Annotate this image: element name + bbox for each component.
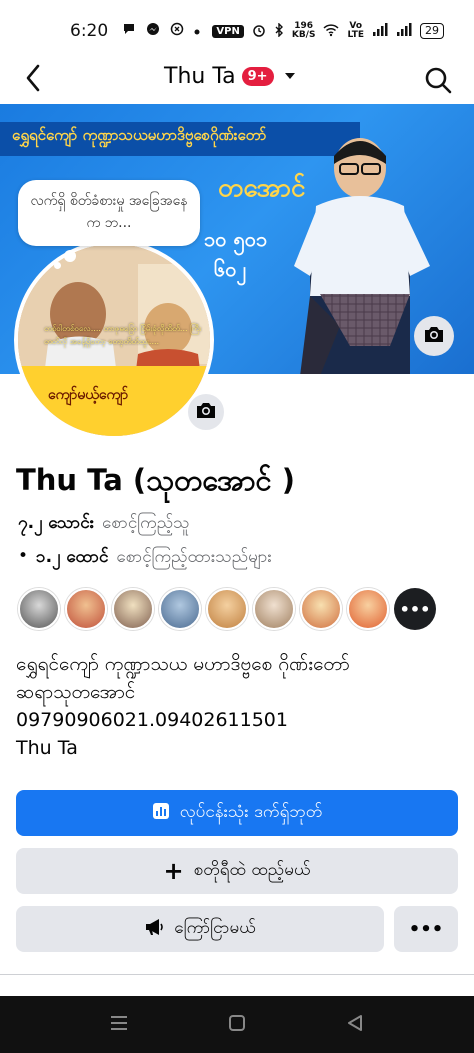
- bio-phone-numbers: 09790906021.09402611501: [16, 709, 288, 731]
- edit-cover-camera-button[interactable]: [414, 316, 454, 356]
- caret-down-icon: [284, 69, 296, 84]
- home-button[interactable]: [217, 1005, 257, 1045]
- net-speed: 196 KB/S: [292, 22, 316, 40]
- more-dots-icon: •••: [408, 918, 444, 940]
- status-left-icons: [122, 22, 200, 40]
- camera-icon: [195, 400, 217, 424]
- note-bubble-tail-small: [54, 262, 61, 269]
- notification-badge: 9+: [241, 67, 274, 86]
- signal-icon-2: [396, 22, 412, 40]
- status-bar: 6:20 VPN 196 KB/S Vo LTE 29: [0, 0, 474, 62]
- data-saver-icon: [170, 22, 184, 40]
- signal-icon: [372, 22, 388, 40]
- profile-avatar[interactable]: တစ်ဝါတစ်ဝလေ.... တာဇုဓခြော ငြိမ်းခုံလိုထိ…: [14, 240, 214, 440]
- volte-indicator: Vo LTE: [347, 22, 364, 40]
- followers-count: ၇.၂ သောင်း: [18, 513, 95, 533]
- wifi-icon: [323, 23, 339, 40]
- home-square-icon: [228, 1014, 246, 1036]
- profile-bio: ရွှေရင်ကျော် ကုဏ္ဍာသယ မဟာဒိဗ္ဗစေ ဂိုဏ်းတ…: [16, 650, 456, 762]
- professional-dashboard-button[interactable]: လုပ်ငန်းသုံး ဒက်ရှ်ဘုတ်: [16, 790, 458, 836]
- friend-avatar[interactable]: [65, 588, 107, 630]
- bar-chart-icon: [152, 802, 170, 825]
- note-bubble[interactable]: လက်ရှိ စိတ်ခံစားမှု အခြေအနေက ဘ...: [18, 180, 200, 246]
- bio-line: Thu Ta: [16, 737, 78, 759]
- edit-avatar-camera-button[interactable]: [186, 392, 226, 432]
- menu-lines-icon: [110, 1015, 128, 1035]
- status-right-icons: VPN 196 KB/S Vo LTE 29: [212, 22, 444, 40]
- promote-label: ကြော်ငြာမယ်: [174, 917, 256, 938]
- profile-switcher[interactable]: Thu Ta 9+: [164, 64, 296, 89]
- add-to-story-label: စတိုရီထဲ ထည့်မယ်: [193, 859, 311, 880]
- camera-icon: [423, 324, 445, 348]
- bluetooth-icon: [274, 21, 284, 40]
- cover-banner-text: ရွှေရင်ကျော် ကုဏ္ဍာသယမဟာဒိဗ္ဗစေဂိုဏ်းတော…: [12, 126, 267, 144]
- net-speed-unit: KB/S: [291, 30, 316, 40]
- following-stat[interactable]: • ၁.၂ ထောင် စောင့်ကြည့်ထားသည်များ: [18, 546, 272, 571]
- friend-avatar[interactable]: [206, 588, 248, 630]
- bio-line: ဆရာသုတအောင်: [16, 681, 136, 703]
- megaphone-icon: [144, 918, 164, 941]
- cover-number-1: ၁၀ ၅၀၁: [204, 227, 268, 251]
- cover-number-2: ၆၀၂: [214, 257, 247, 281]
- friend-avatar[interactable]: [159, 588, 201, 630]
- chat-bubble-icon: [122, 22, 136, 40]
- profile-header: Thu Ta 9+: [0, 58, 474, 102]
- promote-button[interactable]: ကြော်ငြာမယ်: [16, 906, 384, 952]
- search-button[interactable]: [422, 64, 454, 96]
- plus-icon: +: [163, 857, 184, 885]
- more-friends-button[interactable]: •••: [394, 588, 436, 630]
- friend-avatar[interactable]: [253, 588, 295, 630]
- recent-apps-button[interactable]: [99, 1005, 139, 1045]
- avatar-caption: တစ်ဝါတစ်ဝလေ.... တာဇုဓခြော ငြိမ်းခုံလိုထိ…: [44, 324, 202, 346]
- profile-name: Thu Ta (သုတအောင် ): [16, 463, 295, 497]
- volte-bottom: LTE: [347, 30, 364, 40]
- header-title: Thu Ta: [164, 64, 236, 89]
- bio-line: ရွှေရင်ကျော် ကုဏ္ဍာသယ မဟာဒိဗ္ဗစေ ဂိုဏ်းတ…: [16, 653, 350, 675]
- status-time: 6:20: [70, 21, 109, 41]
- alarm-icon: [252, 23, 266, 40]
- friends-avatar-row: •••: [18, 588, 436, 630]
- system-navigation-bar: [0, 996, 474, 1053]
- back-triangle-icon: [346, 1014, 364, 1036]
- followers-stat[interactable]: ၇.၂ သောင်း စောင့်ကြည့်သူ: [18, 512, 190, 537]
- messenger-icon: [146, 22, 160, 40]
- note-bubble-tail-large: [64, 250, 76, 262]
- following-count: ၁.၂ ထောင်: [36, 547, 109, 567]
- following-label: စောင့်ကြည့်ထားသည်များ: [116, 547, 272, 567]
- back-arrow-icon: [25, 64, 41, 96]
- battery-indicator: 29: [420, 23, 444, 39]
- section-divider: [0, 974, 474, 975]
- add-to-story-button[interactable]: + စတိုရီထဲ ထည့်မယ်: [16, 848, 458, 894]
- friend-avatar[interactable]: [300, 588, 342, 630]
- vpn-badge: VPN: [212, 24, 244, 38]
- professional-dashboard-label: လုပ်ငန်းသုံး ဒက်ရှ်ဘုတ်: [179, 801, 323, 822]
- following-bullet: •: [18, 546, 29, 566]
- followers-label: စောင့်ကြည့်သူ: [102, 513, 190, 533]
- avatar-bottom-text: ကျော်မယ့်ကျော်: [48, 387, 129, 403]
- dot-icon: [194, 23, 200, 39]
- friend-avatar[interactable]: [347, 588, 389, 630]
- back-button[interactable]: [18, 62, 48, 98]
- more-options-button[interactable]: •••: [394, 906, 458, 952]
- friend-avatar[interactable]: [18, 588, 60, 630]
- friend-avatar[interactable]: [112, 588, 154, 630]
- system-back-button[interactable]: [335, 1005, 375, 1045]
- search-icon: [422, 67, 454, 100]
